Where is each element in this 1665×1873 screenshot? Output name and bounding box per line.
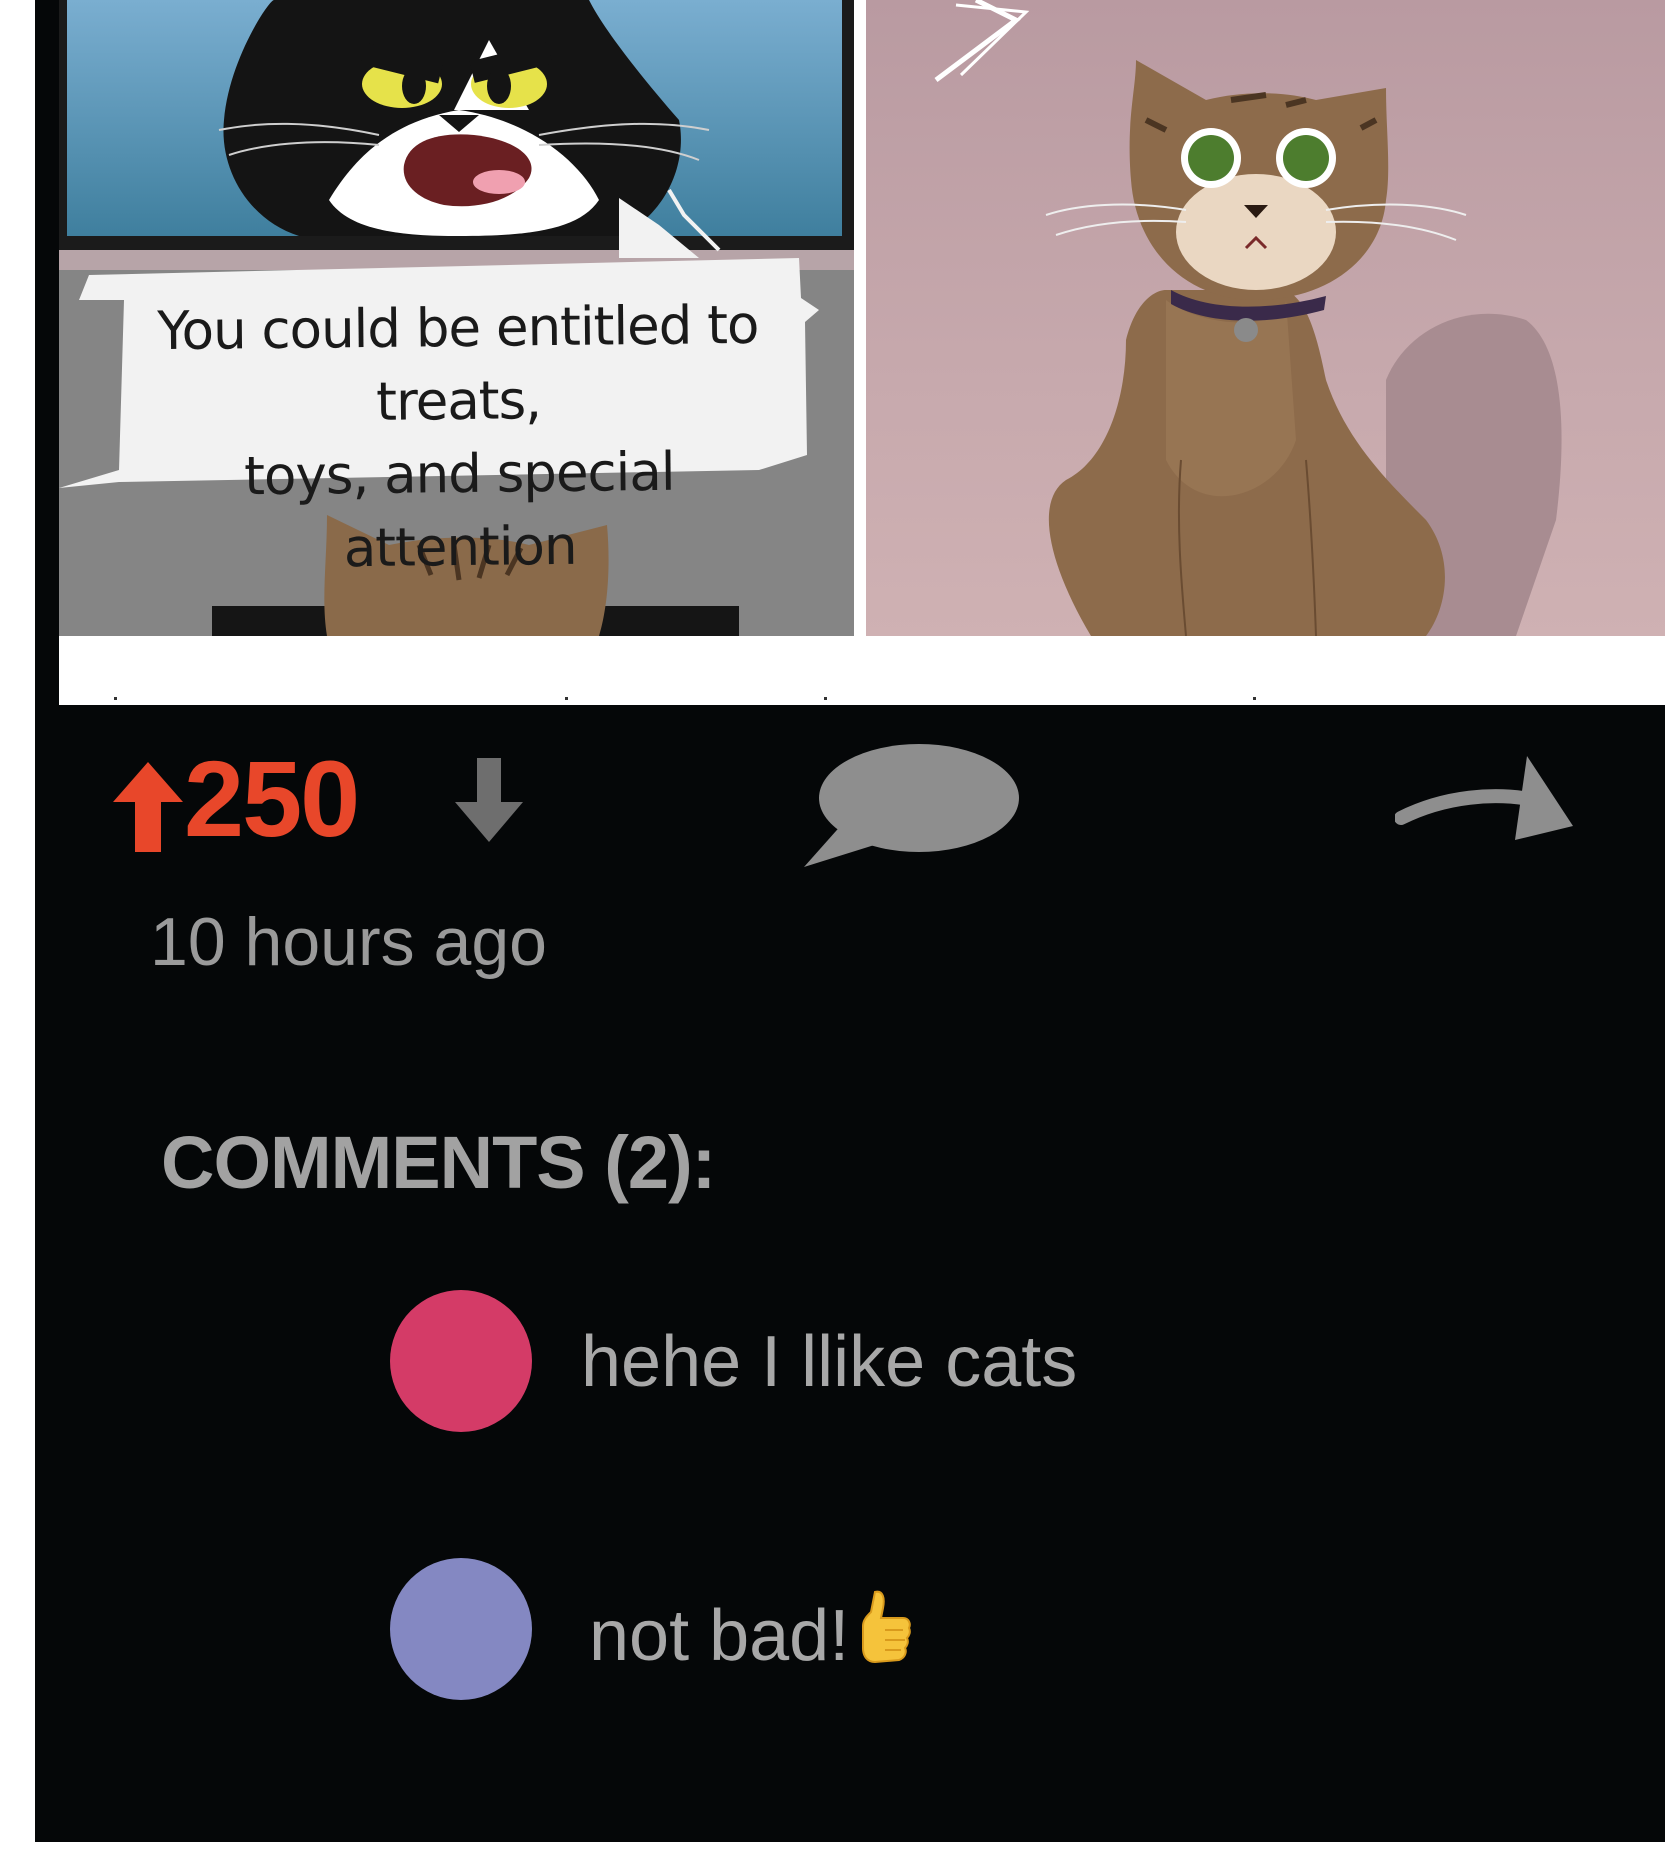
comic-mark — [114, 697, 117, 700]
avatar[interactable] — [390, 1290, 532, 1432]
speech-bubble-icon[interactable] — [804, 742, 1024, 876]
comment-text-row: not bad! — [589, 1588, 912, 1684]
comic-mark — [565, 697, 568, 700]
arrow-down-icon[interactable] — [455, 758, 523, 846]
comment-text: not bad! — [589, 1596, 850, 1676]
comic-mark — [1253, 697, 1256, 700]
post-detail-screen: You could be entitled to treats, toys, a… — [35, 0, 1665, 1842]
comment-item: hehe I llike cats — [390, 1290, 1290, 1432]
comment-item: not bad! — [390, 1558, 1290, 1700]
comic-bottom-strip — [59, 636, 1665, 705]
curved-arrow-share-icon[interactable] — [1394, 756, 1575, 850]
comic-panel-right — [866, 0, 1665, 636]
thumbs-up-icon — [855, 1588, 912, 1684]
comic-image: You could be entitled to treats, toys, a… — [59, 0, 1665, 705]
comic-caption-line-2: toys, and special attention — [243, 441, 675, 580]
post-timestamp: 10 hours ago — [150, 904, 547, 980]
arrow-up-icon[interactable] — [113, 762, 183, 856]
comic-mark — [824, 697, 827, 700]
comic-panel-left: You could be entitled to treats, toys, a… — [59, 0, 854, 636]
vote-score: 250 — [184, 738, 360, 859]
comments-heading: COMMENTS (2): — [161, 1121, 716, 1204]
comic-panel-right-art — [934, 0, 1562, 636]
comic-caption-line-1: You could be entitled to treats, — [156, 294, 759, 433]
comic-caption: You could be entitled to treats, toys, a… — [127, 289, 790, 588]
comment-text: hehe I llike cats — [581, 1322, 1078, 1402]
avatar[interactable] — [390, 1558, 532, 1700]
